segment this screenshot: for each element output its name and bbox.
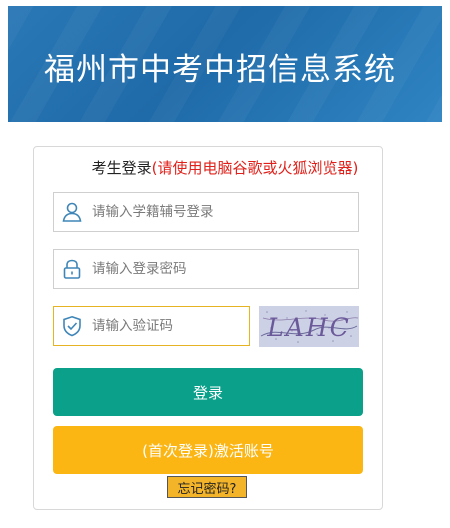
lock-icon xyxy=(63,259,81,279)
login-heading-label: 考生登录 xyxy=(91,159,152,177)
user-icon xyxy=(62,202,82,222)
captcha-image[interactable]: LAHC xyxy=(259,306,359,347)
header-banner: 福州市中考中招信息系统 xyxy=(8,6,442,122)
shield-check-icon xyxy=(63,315,81,337)
password-input[interactable] xyxy=(92,250,242,288)
browser-hint: (请使用电脑谷歌或火狐浏览器) xyxy=(151,159,359,177)
password-field[interactable] xyxy=(53,249,359,289)
captcha-image-text: LAHC xyxy=(266,313,351,342)
captcha-input[interactable] xyxy=(92,307,242,345)
login-button[interactable]: 登录 xyxy=(53,368,363,416)
activate-account-button[interactable]: (首次登录)激活账号 xyxy=(53,426,363,474)
forgot-password-link[interactable]: 忘记密码? xyxy=(167,476,247,498)
page-title: 福州市中考中招信息系统 xyxy=(44,52,396,88)
username-input[interactable] xyxy=(92,193,242,231)
captcha-field[interactable] xyxy=(53,306,250,346)
username-field[interactable] xyxy=(53,192,359,232)
login-heading: 考生登录(请使用电脑谷歌或火狐浏览器) xyxy=(0,157,450,178)
